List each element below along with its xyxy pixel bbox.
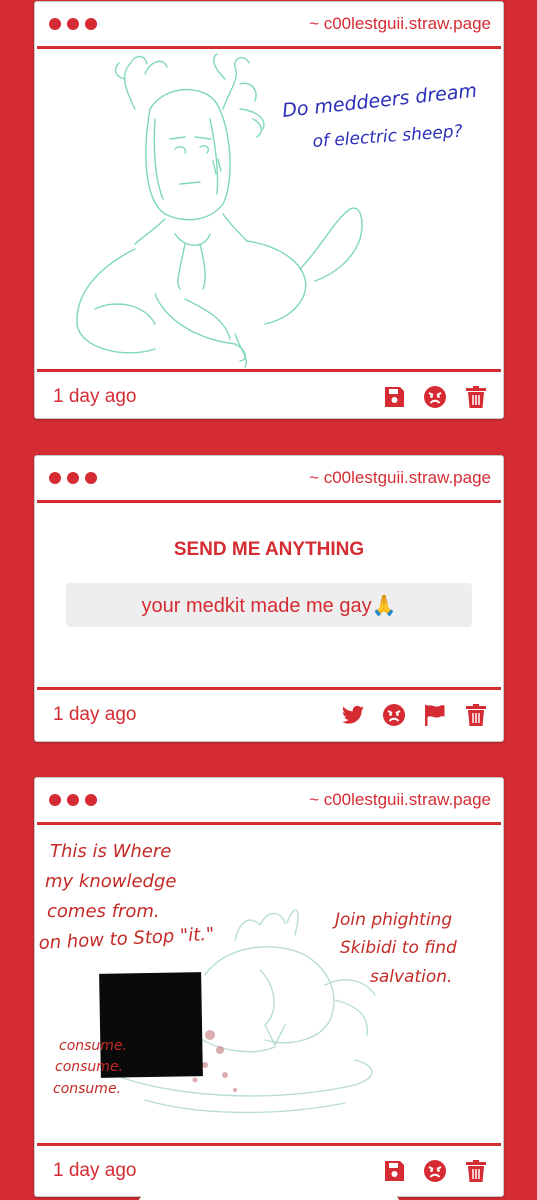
message-text: your medkit made me gay🙏 [141,594,397,617]
post-card-2: ~ c00lestguii.straw.page SEND ME ANYTHIN… [34,455,504,742]
card-header: ~ c00lestguii.straw.page [35,2,503,46]
post-actions [340,702,489,728]
card-footer: 1 day ago [35,1146,503,1195]
drawing-text-right-1: Join phighting [332,910,452,930]
drawing-text-left-1: This is Where [50,841,171,862]
drawing-text-left-2: my knowledge [45,871,176,892]
dot-icon [49,472,61,484]
drawing-text-right-3: salvation. [370,967,452,987]
drawing-text-left-4: on how to Stop "it." [38,924,215,954]
dot-icon [67,18,79,30]
save-icon[interactable] [381,1158,407,1184]
drawing-area: Do meddeers dream of electric sheep? [35,49,503,369]
dot-icon [49,794,61,806]
drawing-area: This is Where my knowledge comes from. o… [35,825,503,1143]
message-box: your medkit made me gay🙏 [66,583,472,627]
save-icon[interactable] [381,384,407,410]
flag-icon[interactable] [422,702,448,728]
site-link[interactable]: ~ c00lestguii.straw.page [309,468,491,488]
dot-icon [67,794,79,806]
window-dots [49,18,97,30]
window-dots [49,472,97,484]
drawing-text-right-2: Skibidi to find [340,938,457,958]
drawing-text-bottom-2: consume. [55,1059,123,1075]
dot-icon [85,794,97,806]
dot-icon [85,472,97,484]
angry-face-icon[interactable] [381,702,407,728]
drawing-text-bottom-1: consume. [59,1038,127,1054]
trash-icon[interactable] [463,384,489,410]
post-card-1: ~ c00lestguii.straw.page Do meddeers dre… [34,1,504,419]
message-title: SEND ME ANYTHING [173,539,365,560]
trash-icon[interactable] [463,1158,489,1184]
post-timestamp: 1 day ago [53,385,137,407]
dot-icon [85,18,97,30]
drawing-text-bottom-3: consume. [53,1081,121,1097]
dot-icon [67,472,79,484]
angry-face-icon[interactable] [422,1158,448,1184]
home-indicator [138,1194,400,1200]
post-timestamp: 1 day ago [53,1159,137,1181]
drawing-text-left-3: comes from. [47,901,160,922]
window-dots [49,794,97,806]
site-link[interactable]: ~ c00lestguii.straw.page [309,14,491,34]
post-timestamp: 1 day ago [53,703,137,725]
site-link[interactable]: ~ c00lestguii.straw.page [309,790,491,810]
drawing-caption-line1: Do meddeers dream [281,80,478,122]
card-footer: 1 day ago [35,690,503,739]
post-actions [381,1158,489,1184]
post-card-3: ~ c00lestguii.straw.page This is Where m… [34,777,504,1197]
card-header: ~ c00lestguii.straw.page [35,456,503,500]
message-area: SEND ME ANYTHING your medkit made me gay… [35,503,503,687]
trash-icon[interactable] [463,702,489,728]
drawing-caption-line2: of electric sheep? [312,122,463,152]
dot-icon [49,18,61,30]
angry-face-icon[interactable] [422,384,448,410]
card-footer: 1 day ago [35,372,503,418]
sketch-drawing: This is Where my knowledge comes from. o… [38,841,457,1114]
post-actions [381,384,489,410]
twitter-icon[interactable] [340,702,366,728]
sketch-drawing: Do meddeers dream of electric sheep? [76,53,478,368]
card-header: ~ c00lestguii.straw.page [35,778,503,822]
